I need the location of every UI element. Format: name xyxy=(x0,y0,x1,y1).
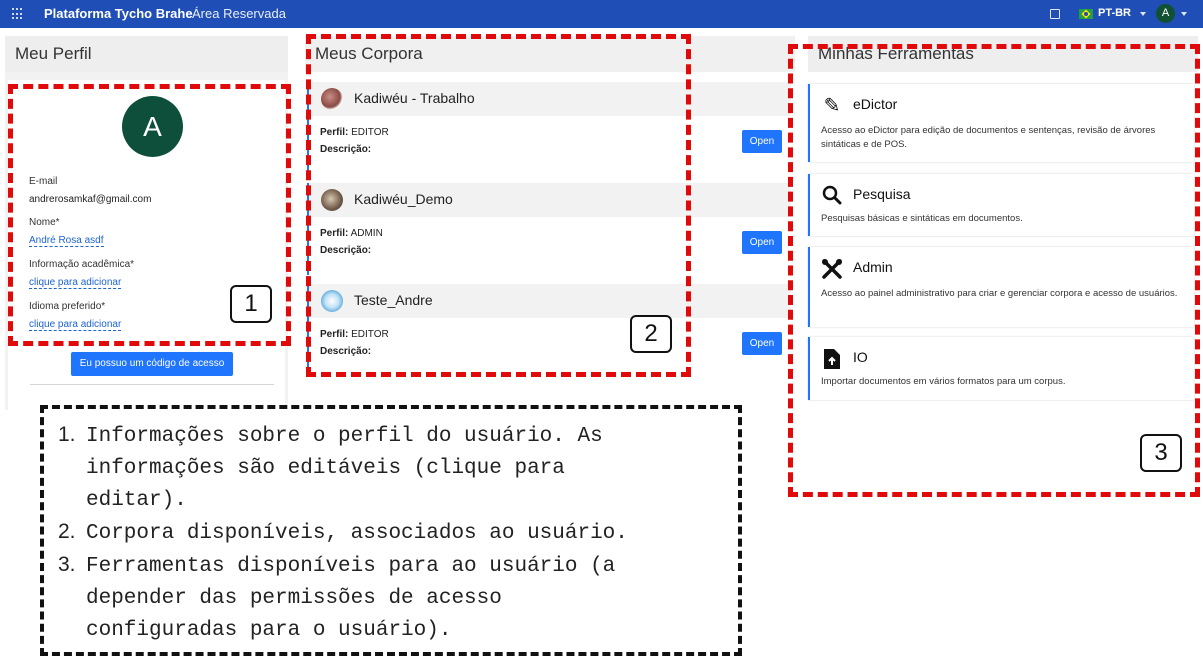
legend-item: 2. Corpora disponíveis, associados ao usu… xyxy=(58,520,628,545)
area-subtitle: Área Reservada xyxy=(192,6,286,21)
language-selector[interactable]: PT-BR xyxy=(1098,7,1131,19)
annotation-legend: 1. Informações sobre o perfil do usuário.… xyxy=(40,405,742,656)
apps-grid-icon[interactable] xyxy=(12,8,24,20)
access-code-button[interactable]: Eu possuo um código de acesso xyxy=(71,352,233,376)
marker-1: 1 xyxy=(230,285,272,323)
screenshot-page: Plataforma Tycho Brahe Área Reservada PT… xyxy=(0,0,1203,671)
user-avatar[interactable]: A xyxy=(1156,4,1175,23)
top-navbar: Plataforma Tycho Brahe Área Reservada PT… xyxy=(0,0,1203,28)
open-button[interactable]: Open xyxy=(742,130,782,153)
open-button[interactable]: Open xyxy=(742,231,782,254)
brazil-flag-icon[interactable] xyxy=(1079,9,1093,19)
chevron-down-icon[interactable] xyxy=(1181,12,1187,16)
legend-item: 3. Ferramentas disponíveis para ao usuári… xyxy=(58,553,616,642)
divider xyxy=(30,384,274,385)
open-button[interactable]: Open xyxy=(742,332,782,355)
marker-3: 3 xyxy=(1140,434,1182,472)
profile-title: Meu Perfil xyxy=(5,36,288,72)
marker-2: 2 xyxy=(630,315,672,353)
brand-title[interactable]: Plataforma Tycho Brahe xyxy=(44,6,193,21)
highlight-tools xyxy=(788,44,1200,497)
chevron-down-icon[interactable] xyxy=(1140,12,1146,16)
legend-item: 1. Informações sobre o perfil do usuário.… xyxy=(58,423,603,512)
book-icon[interactable] xyxy=(1050,9,1060,19)
